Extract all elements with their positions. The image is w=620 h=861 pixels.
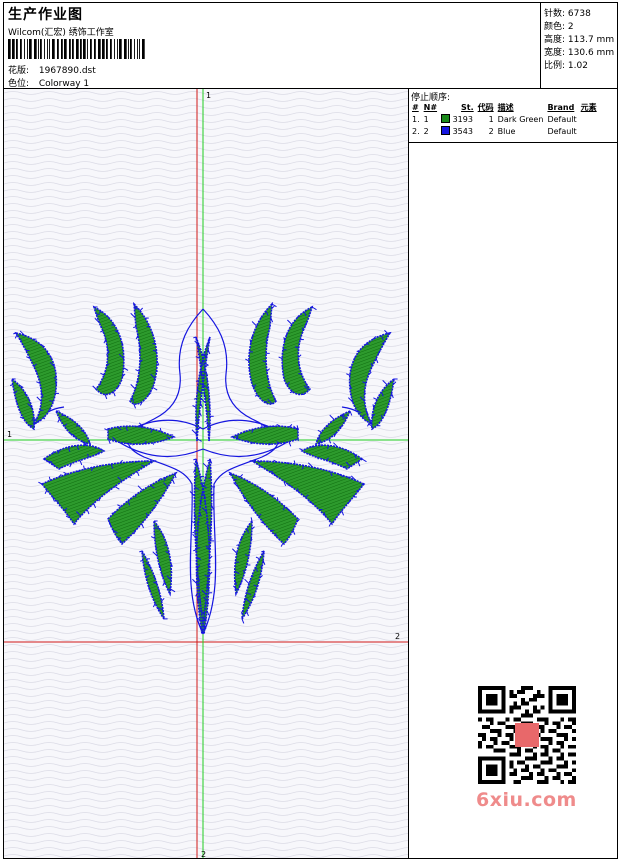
stat-stitches: 针数: 6738	[544, 9, 591, 19]
color-swatch	[441, 114, 451, 123]
stat-scale: 比例: 1.02	[544, 61, 588, 71]
table-row[interactable]: 2. 2 3543 2 Blue Default	[410, 125, 599, 137]
color-swatch	[441, 126, 451, 135]
stop-sequence-header-row: # N# St. 代码 描述 Brand 元素	[410, 101, 599, 113]
stat-width: 宽度: 130.6 mm	[544, 48, 615, 58]
sheet-title: 生产作业图	[8, 7, 83, 23]
axis-label-vertical-bottom: 2	[201, 850, 206, 858]
col-description: 描述	[497, 102, 514, 112]
stat-colors: 颜色: 2	[544, 22, 574, 32]
embroidery-design-preview: 1 1 2 2	[4, 89, 408, 858]
colorway-value: Colorway 1	[38, 79, 90, 89]
design-stats: 针数: 6738 颜色: 2 高度: 113.7 mm 宽度: 130.6 mm…	[541, 3, 617, 89]
col-needle: N#	[423, 102, 438, 112]
barcode-icon	[8, 39, 145, 59]
axis-label-horizontal-right: 2	[395, 632, 400, 641]
col-stitches: St.	[461, 102, 474, 112]
stat-height: 高度: 113.7 mm	[544, 35, 615, 45]
design-file-line: 花版: 1967890.dst	[8, 63, 96, 76]
header-info: 生产作业图 Wilcom(汇宏) 绣饰工作室 花版: 1967890.dst 色…	[4, 3, 541, 89]
stop-sequence-table: # N# St. 代码 描述 Brand 元素 1. 1 3193 1 Dark…	[410, 101, 599, 137]
col-element: 元素	[580, 102, 597, 112]
axis-label-horizontal-left: 1	[7, 430, 12, 439]
table-row[interactable]: 1. 1 3193 1 Dark Green Default	[410, 113, 599, 125]
watermark-text: 6xiu.com	[476, 789, 577, 811]
qr-code-icon	[478, 686, 576, 784]
col-code: 代码	[477, 102, 494, 112]
design-file-value: 1967890.dst	[38, 66, 96, 76]
col-brand: Brand	[547, 102, 575, 112]
stop-sequence-panel: 停止顺序: # N# St. 代码 描述 Brand 元素 1. 1 3193	[409, 89, 617, 143]
company-name: Wilcom(汇宏) 绣饰工作室	[8, 28, 114, 38]
design-canvas[interactable]: 1 1 2 2	[4, 89, 409, 858]
axis-label-vertical-top: 1	[206, 91, 211, 100]
colorway-label: 色位:	[8, 79, 30, 89]
col-index: #	[412, 102, 419, 112]
design-file-label: 花版:	[8, 66, 30, 76]
colorway-line: 色位: Colorway 1	[8, 76, 89, 89]
